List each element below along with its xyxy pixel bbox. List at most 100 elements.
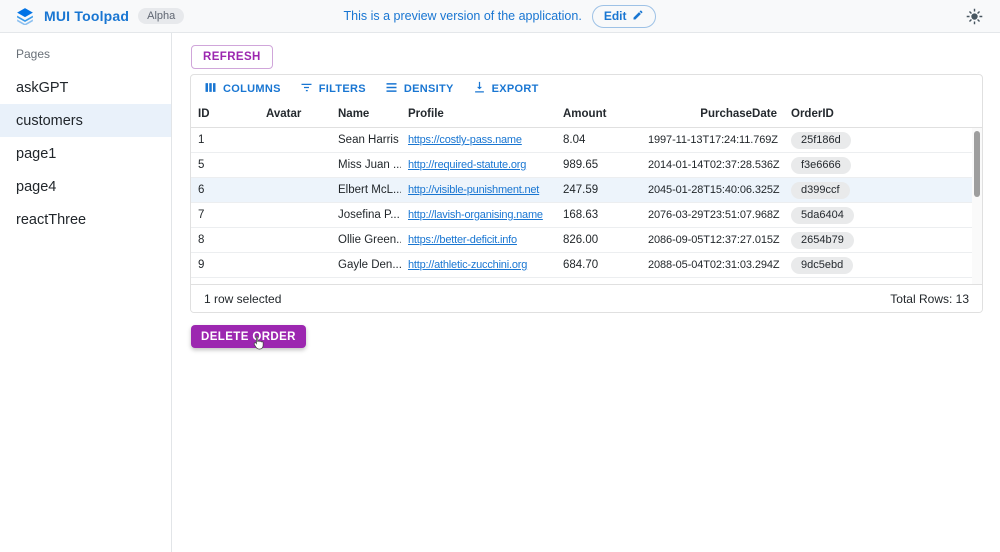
grid-rows: 1 Sean Harris https://costly-pass.name 8… bbox=[191, 128, 982, 278]
sidebar-item-reactthree[interactable]: reactThree bbox=[0, 203, 171, 236]
order-id-chip: 25f186d bbox=[791, 132, 851, 149]
order-id-chip: f3e6666 bbox=[791, 157, 851, 174]
profile-link[interactable]: http://required-statute.org bbox=[408, 159, 526, 171]
cell-profile: http://required-statute.org bbox=[401, 159, 556, 171]
sidebar-item-label: page1 bbox=[16, 146, 56, 162]
total-rows-text: Total Rows: 13 bbox=[890, 292, 969, 306]
preview-banner-text: This is a preview version of the applica… bbox=[344, 9, 582, 23]
cell-id: 6 bbox=[191, 184, 259, 196]
refresh-button[interactable]: REFRESH bbox=[191, 45, 273, 69]
edit-button-label: Edit bbox=[604, 9, 627, 23]
sidebar-section-label: Pages bbox=[0, 33, 171, 71]
table-row[interactable]: 9 Gayle Den... http://athletic-zucchini.… bbox=[191, 253, 982, 278]
cell-orderid: 9dc5ebd bbox=[784, 257, 982, 274]
cell-amount: 826.00 bbox=[556, 234, 641, 246]
cell-purchasedate: 1997-11-13T17:24:11.769Z bbox=[641, 134, 784, 146]
order-id-chip: 5da6404 bbox=[791, 207, 854, 224]
table-row[interactable]: 7 Josefina P... http://lavish-organising… bbox=[191, 203, 982, 228]
cell-purchasedate: 2086-09-05T12:37:27.015Z bbox=[641, 234, 784, 246]
cell-orderid: f3e6666 bbox=[784, 157, 982, 174]
cell-name: Gayle Den... bbox=[331, 259, 401, 271]
order-id-chip: 2654b79 bbox=[791, 232, 854, 249]
table-row[interactable]: 6 Elbert McL... http://visible-punishmen… bbox=[191, 178, 982, 203]
table-row[interactable]: 5 Miss Juan ... http://required-statute.… bbox=[191, 153, 982, 178]
columns-button-label: COLUMNS bbox=[223, 83, 281, 95]
column-header-avatar[interactable]: Avatar bbox=[259, 108, 331, 120]
mui-toolpad-logo-icon bbox=[16, 7, 34, 25]
grid-header-row: ID Avatar Name Profile Amount PurchaseDa… bbox=[191, 101, 982, 128]
cell-name: Josefina P... bbox=[331, 209, 401, 221]
sidebar-item-label: reactThree bbox=[16, 212, 86, 228]
cell-orderid: 2654b79 bbox=[784, 232, 982, 249]
profile-link[interactable]: http://lavish-organising.name bbox=[408, 209, 543, 221]
sidebar: Pages askGPT customers page1 page4 react… bbox=[0, 33, 172, 552]
sidebar-item-label: page4 bbox=[16, 179, 56, 195]
sidebar-item-label: customers bbox=[16, 113, 83, 129]
cell-id: 8 bbox=[191, 234, 259, 246]
table-row[interactable]: 8 Ollie Green... https://better-deficit.… bbox=[191, 228, 982, 253]
cell-name: Sean Harris bbox=[331, 134, 401, 146]
column-header-amount[interactable]: Amount bbox=[556, 108, 641, 120]
filters-button[interactable]: FILTERS bbox=[293, 78, 372, 100]
profile-link[interactable]: https://better-deficit.info bbox=[408, 234, 517, 246]
cell-name: Miss Juan ... bbox=[331, 159, 401, 171]
main-content: REFRESH COLUMNS FILTERS bbox=[172, 33, 1000, 552]
cell-purchasedate: 2076-03-29T23:51:07.968Z bbox=[641, 209, 784, 221]
cell-purchasedate: 2045-01-28T15:40:06.325Z bbox=[641, 184, 784, 196]
cell-amount: 168.63 bbox=[556, 209, 641, 221]
sidebar-item-page1[interactable]: page1 bbox=[0, 137, 171, 170]
density-lines-icon bbox=[384, 80, 399, 98]
cell-purchasedate: 2014-01-14T02:37:28.536Z bbox=[641, 159, 784, 171]
column-header-purchasedate[interactable]: PurchaseDate bbox=[641, 108, 784, 120]
cell-id: 5 bbox=[191, 159, 259, 171]
download-icon bbox=[472, 80, 487, 98]
column-header-orderid[interactable]: OrderID bbox=[784, 108, 982, 120]
cell-profile: https://costly-pass.name bbox=[401, 134, 556, 146]
sidebar-item-page4[interactable]: page4 bbox=[0, 170, 171, 203]
table-row[interactable]: 1 Sean Harris https://costly-pass.name 8… bbox=[191, 128, 982, 153]
vertical-scrollbar-track bbox=[972, 128, 982, 284]
cell-amount: 8.04 bbox=[556, 134, 641, 146]
data-grid: COLUMNS FILTERS DENSITY bbox=[190, 74, 983, 313]
edit-button[interactable]: Edit bbox=[592, 5, 657, 28]
cell-purchasedate: 2088-05-04T02:31:03.294Z bbox=[641, 259, 784, 271]
pencil-icon bbox=[632, 9, 644, 24]
cell-name: Ollie Green... bbox=[331, 234, 401, 246]
delete-order-button[interactable]: DELETE ORDER bbox=[191, 325, 306, 348]
profile-link[interactable]: http://visible-punishment.net bbox=[408, 184, 539, 196]
cell-id: 1 bbox=[191, 134, 259, 146]
view-columns-icon bbox=[203, 80, 218, 98]
cell-orderid: 25f186d bbox=[784, 132, 982, 149]
grid-footer: 1 row selected Total Rows: 13 bbox=[191, 284, 982, 312]
column-header-profile[interactable]: Profile bbox=[401, 108, 556, 120]
cell-orderid: d399ccf bbox=[784, 182, 982, 199]
profile-link[interactable]: http://athletic-zucchini.org bbox=[408, 259, 527, 271]
cell-amount: 684.70 bbox=[556, 259, 641, 271]
cell-profile: http://visible-punishment.net bbox=[401, 184, 556, 196]
export-button[interactable]: EXPORT bbox=[466, 78, 545, 100]
alpha-badge: Alpha bbox=[138, 8, 184, 24]
filter-list-icon bbox=[299, 80, 314, 98]
column-header-id[interactable]: ID bbox=[191, 108, 259, 120]
cell-profile: http://lavish-organising.name bbox=[401, 209, 556, 221]
cell-profile: https://better-deficit.info bbox=[401, 234, 556, 246]
theme-toggle-sun-icon[interactable] bbox=[964, 6, 984, 26]
sidebar-item-label: askGPT bbox=[16, 80, 68, 96]
sidebar-item-customers[interactable]: customers bbox=[0, 104, 171, 137]
app-title: MUI Toolpad bbox=[44, 8, 129, 24]
profile-link[interactable]: https://costly-pass.name bbox=[408, 134, 522, 146]
order-id-chip: d399ccf bbox=[791, 182, 850, 199]
order-id-chip: 9dc5ebd bbox=[791, 257, 853, 274]
cell-amount: 989.65 bbox=[556, 159, 641, 171]
cell-id: 7 bbox=[191, 209, 259, 221]
density-button[interactable]: DENSITY bbox=[378, 78, 460, 100]
cell-amount: 247.59 bbox=[556, 184, 641, 196]
vertical-scrollbar-thumb[interactable] bbox=[974, 131, 980, 197]
columns-button[interactable]: COLUMNS bbox=[197, 78, 287, 100]
density-button-label: DENSITY bbox=[404, 83, 454, 95]
column-header-name[interactable]: Name bbox=[331, 108, 401, 120]
filters-button-label: FILTERS bbox=[319, 83, 366, 95]
app-bar: MUI Toolpad Alpha This is a preview vers… bbox=[0, 0, 1000, 33]
sidebar-item-askgpt[interactable]: askGPT bbox=[0, 71, 171, 104]
cell-name: Elbert McL... bbox=[331, 184, 401, 196]
